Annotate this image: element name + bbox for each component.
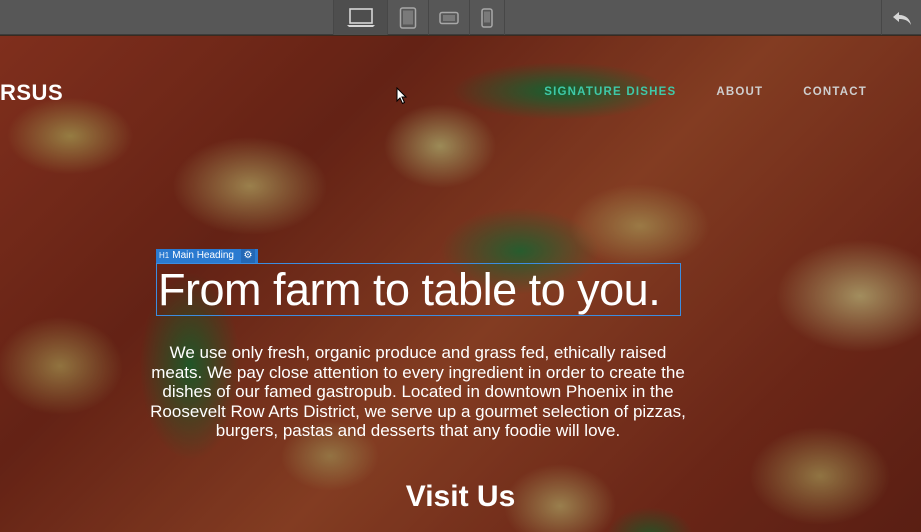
mouse-cursor-icon: [396, 87, 408, 105]
site-nav: SIGNATURE DISHES ABOUT CONTACT: [544, 86, 867, 98]
desktop-preview-button[interactable]: [333, 0, 387, 35]
nav-item-contact[interactable]: CONTACT: [803, 86, 867, 98]
phone-preview-button[interactable]: [469, 0, 505, 35]
editor-toolbar: [0, 0, 921, 35]
nav-item-about[interactable]: ABOUT: [716, 86, 763, 98]
tablet-landscape-preview-button[interactable]: [428, 0, 469, 35]
selection-label: Main Heading: [172, 250, 234, 261]
site-logo[interactable]: RSUS: [0, 80, 63, 106]
main-heading[interactable]: From farm to table to you.: [156, 263, 681, 316]
tablet-portrait-icon: [399, 6, 417, 29]
page-canvas: RSUS SIGNATURE DISHES ABOUT CONTACT H1 M…: [0, 36, 921, 532]
device-preview-group: [333, 0, 505, 35]
nav-item-signature-dishes[interactable]: SIGNATURE DISHES: [544, 86, 676, 98]
laptop-icon: [346, 7, 375, 27]
undo-button[interactable]: [881, 0, 921, 35]
phone-icon: [481, 7, 493, 28]
intro-paragraph[interactable]: We use only fresh, organic produce and g…: [150, 343, 686, 441]
undo-icon: [892, 11, 911, 25]
gear-icon[interactable]: ⚙: [240, 249, 255, 263]
selection-badge[interactable]: H1 Main Heading ⚙: [156, 249, 258, 263]
visit-us-heading[interactable]: Visit Us: [0, 480, 921, 514]
selection-tag: H1: [159, 251, 170, 260]
tablet-landscape-icon: [439, 11, 459, 24]
tablet-portrait-preview-button[interactable]: [387, 0, 428, 35]
